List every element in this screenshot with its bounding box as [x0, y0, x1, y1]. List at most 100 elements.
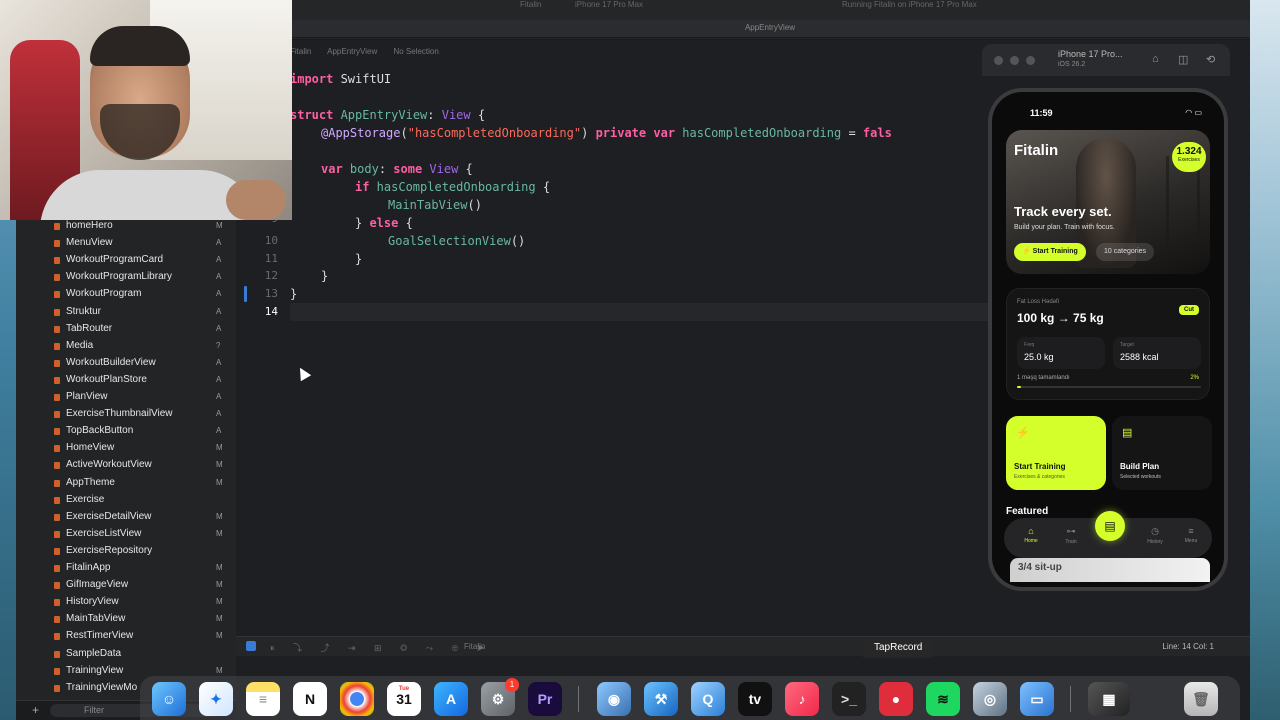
source-change-indicator[interactable] — [244, 286, 247, 302]
navigator-file-row[interactable]: PlanView A — [16, 389, 236, 406]
featured-heading: Featured — [1006, 506, 1049, 517]
navigator-file-row[interactable]: WorkoutBuilderView A — [16, 355, 236, 372]
code-line: @AppStorage("hasCompletedOnboarding") pr… — [321, 126, 892, 140]
app-store-icon[interactable]: A — [434, 682, 468, 716]
window-close-icon[interactable] — [994, 56, 1003, 65]
progress-track — [1017, 386, 1201, 388]
app-screen: 11:59 ◠ ▭ Fitalin 1.324 Exercises Track … — [992, 92, 1224, 587]
tap-record-label[interactable]: TapRecord — [862, 640, 935, 658]
navigator-file-row[interactable]: WorkoutProgramCard A — [16, 252, 236, 269]
recorder-icon[interactable]: ● — [879, 682, 913, 716]
navigator-file-row[interactable]: HomeView M — [16, 440, 236, 457]
line-number: 10 — [264, 234, 278, 247]
start-training-card[interactable]: ⚡ Start Training Exercises & categories — [1006, 416, 1106, 490]
device-crumb[interactable]: iPhone 17 Pro Max — [575, 0, 643, 9]
console-toggle-icon[interactable] — [246, 641, 256, 651]
target-scheme[interactable]: Fitalin — [464, 642, 485, 651]
navigator-file-row[interactable]: Struktur A — [16, 304, 236, 321]
navigator-file-row[interactable]: ExerciseListView M — [16, 526, 236, 543]
navigator-file-row[interactable]: GifImageView M — [16, 577, 236, 594]
webcam-hand — [226, 180, 286, 220]
goal-card[interactable]: Fat Loss Hədəfi 100 kg → 75 kg Cut Fərq … — [1006, 288, 1210, 400]
notes-icon[interactable]: ≡ — [246, 682, 280, 716]
navigator-file-row[interactable]: WorkoutProgramLibrary A — [16, 269, 236, 286]
navigator-file-row[interactable]: ExerciseRepository — [16, 543, 236, 560]
source-control-status: A — [216, 426, 222, 436]
navigator-file-row[interactable]: ExerciseDetailView M — [16, 509, 236, 526]
bolt-icon: ⚡ — [1016, 427, 1030, 439]
clipboard-icon: ▤ — [1122, 427, 1133, 439]
music-icon[interactable]: ♪ — [785, 682, 819, 716]
navigator-file-row[interactable]: HistoryView M — [16, 594, 236, 611]
navigator-file-row[interactable]: TopBackButton A — [16, 423, 236, 440]
files-icon[interactable]: ▭ — [1020, 682, 1054, 716]
code-editor[interactable]: import SwiftUI struct AppEntryView: View… — [290, 62, 990, 632]
navigator-file-row[interactable]: ActiveWorkoutView M — [16, 457, 236, 474]
file-name: Struktur — [66, 305, 102, 317]
trash-icon[interactable]: 🗑 — [1184, 682, 1218, 716]
disk-utility-icon[interactable]: ◉ — [597, 682, 631, 716]
navigator-file-row[interactable]: ExerciseThumbnailView A — [16, 406, 236, 423]
navigator-file-row[interactable]: MenuView A — [16, 235, 236, 252]
finder-icon[interactable]: ☺ — [152, 682, 186, 716]
swift-file-icon — [54, 462, 60, 470]
home-icon[interactable]: ⌂ — [1152, 53, 1159, 65]
tab-home[interactable]: ⌂ Home — [1016, 526, 1046, 544]
spotify-icon[interactable]: ≋ — [926, 682, 960, 716]
calendar-icon[interactable]: Tue 31 — [387, 682, 421, 716]
notion-icon[interactable]: N — [293, 682, 327, 716]
navigator-file-row[interactable]: SampleData — [16, 646, 236, 663]
goal-label: Fat Loss Hədəfi — [1017, 299, 1060, 305]
terminal-icon[interactable]: >_ — [832, 682, 866, 716]
jump-bar-project[interactable]: Fitalin — [290, 47, 311, 56]
window-zoom-icon[interactable] — [1026, 56, 1035, 65]
jump-bar-selection[interactable]: No Selection — [393, 47, 438, 56]
navigator-file-row[interactable]: RestTimerView M — [16, 628, 236, 645]
action-title: Start Training — [1014, 462, 1066, 471]
swift-file-icon — [54, 650, 60, 658]
navigator-file-row[interactable]: WorkoutPlanStore A — [16, 372, 236, 389]
screenshot-icon[interactable]: ◫ — [1178, 53, 1188, 66]
swift-file-icon — [54, 394, 60, 401]
jump-bar-file[interactable]: AppEntryView — [327, 47, 377, 56]
code-line: } — [290, 287, 298, 301]
premiere-pro-icon[interactable]: Pr — [528, 682, 562, 716]
start-training-button[interactable]: ⚡ Start Training — [1014, 243, 1086, 261]
instruments-icon[interactable]: ◎ — [973, 682, 1007, 716]
chrome-icon[interactable] — [340, 682, 374, 716]
apple-tv-icon[interactable]: tv — [738, 682, 772, 716]
navigator-file-row[interactable]: Exercise — [16, 492, 236, 509]
navigator-file-row[interactable]: MainTabView M — [16, 611, 236, 628]
tab-train[interactable]: ⊶ Train — [1056, 526, 1086, 545]
window-minimize-icon[interactable] — [1010, 56, 1019, 65]
debug-controls-icons[interactable]: ⏸ ⤵ ⤴ ⇥ ⊞ ◎ ⤳ ⊕ ➤ — [270, 641, 493, 654]
scheme-crumb[interactable]: Fitalin — [520, 0, 541, 9]
navigator-file-row[interactable]: WorkoutProgram A — [16, 286, 236, 303]
dock-separator — [578, 686, 579, 712]
build-plan-card[interactable]: ▤ Build Plan Selected workouts — [1112, 416, 1212, 490]
action-subtitle: Exercises & categories — [1014, 474, 1065, 480]
rotate-icon[interactable]: ⟲ — [1206, 53, 1215, 66]
tab-history[interactable]: ◷ History — [1140, 526, 1170, 545]
navigator-file-row[interactable]: Media? — [16, 338, 236, 355]
difference-stat: Fərq 25.0 kg — [1017, 337, 1105, 369]
navigator-file-row[interactable]: homeHero M — [16, 218, 236, 235]
navigator-file-row[interactable]: TabRouter A — [16, 321, 236, 338]
swift-file-icon — [54, 565, 60, 572]
add-file-icon[interactable]: + — [32, 703, 39, 717]
featured-workout-card[interactable]: 3/4 sit-up — [1010, 558, 1210, 582]
quicktime-icon[interactable]: Q — [691, 682, 725, 716]
swift-file-icon — [54, 411, 60, 419]
safari-icon[interactable]: ✦ — [199, 682, 233, 716]
simulator-device-name: iPhone 17 Pro... — [1058, 49, 1123, 59]
plan-fab-button[interactable]: ▤ — [1095, 511, 1125, 541]
source-control-status: M — [216, 460, 223, 470]
xcode-icon[interactable]: ⚒ — [644, 682, 678, 716]
navigator-file-row[interactable]: FitalinApp M — [16, 560, 236, 577]
navigator-file-row[interactable]: AppTheme M — [16, 475, 236, 492]
screenshot-stack-icon[interactable]: ▦ — [1088, 682, 1130, 716]
tab-menu[interactable]: ≡ Menu — [1176, 526, 1206, 544]
categories-chip[interactable]: 10 categories — [1096, 243, 1155, 261]
swift-file-icon — [54, 359, 60, 367]
editor-tab[interactable]: AppEntryView — [290, 23, 1250, 32]
